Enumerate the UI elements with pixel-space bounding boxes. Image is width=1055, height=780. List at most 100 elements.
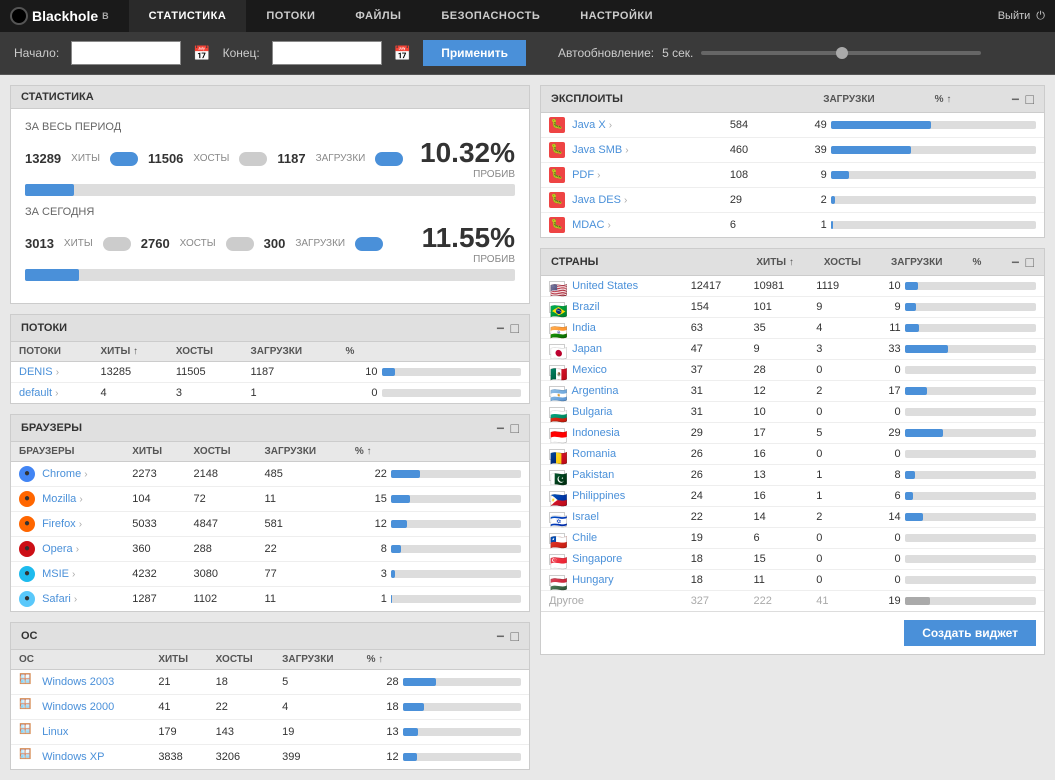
exploit-name[interactable]: 🐛 PDF › bbox=[541, 163, 722, 188]
streams-minimize-icon[interactable]: − bbox=[496, 320, 504, 336]
exploits-minimize-icon[interactable]: − bbox=[1011, 91, 1019, 107]
nav-item-files[interactable]: ФАЙЛЫ bbox=[335, 0, 421, 32]
country-name[interactable]: 🇮🇩 Indonesia bbox=[541, 423, 683, 444]
exploit-name[interactable]: 🐛 Java DES › bbox=[541, 188, 722, 213]
country-row[interactable]: 🇭🇺 Hungary 18 11 0 0 bbox=[541, 570, 1044, 591]
streams-expand-icon[interactable]: □ bbox=[511, 320, 519, 336]
country-row[interactable]: 🇵🇰 Pakistan 26 13 1 8 bbox=[541, 465, 1044, 486]
country-row[interactable]: 🇮🇳 India 63 35 4 11 bbox=[541, 318, 1044, 339]
country-row[interactable]: 🇮🇩 Indonesia 29 17 5 29 bbox=[541, 423, 1044, 444]
nav-item-security[interactable]: БЕЗОПАСНОСТЬ bbox=[421, 0, 560, 32]
os-name[interactable]: 🪟 Windows 2000 bbox=[11, 695, 150, 720]
country-name[interactable]: 🇵🇰 Pakistan bbox=[541, 465, 683, 486]
browsers-minimize-icon[interactable]: − bbox=[496, 420, 504, 436]
os-expand-icon[interactable]: □ bbox=[511, 628, 519, 644]
country-name[interactable]: 🇵🇭 Philippines bbox=[541, 486, 683, 507]
exploit-name[interactable]: 🐛 Java X › bbox=[541, 113, 722, 138]
os-name[interactable]: 🪟 Windows XP bbox=[11, 745, 150, 770]
browser-row[interactable]: ● Chrome › 2273 2148 485 22 bbox=[11, 462, 529, 487]
country-row[interactable]: 🇺🇸 United States 12417 10981 1119 10 bbox=[541, 276, 1044, 297]
period-hits-toggle[interactable] bbox=[110, 152, 138, 166]
os-minimize-icon[interactable]: − bbox=[496, 628, 504, 644]
os-name[interactable]: 🪟 Windows 2003 bbox=[11, 670, 150, 695]
browser-name[interactable]: ● Mozilla › bbox=[11, 487, 124, 512]
country-name[interactable]: 🇺🇸 United States bbox=[541, 276, 683, 297]
os-name[interactable]: 🪟 Linux bbox=[11, 720, 150, 745]
nav-item-settings[interactable]: НАСТРОЙКИ bbox=[560, 0, 673, 32]
slider-thumb[interactable] bbox=[836, 47, 848, 59]
country-name[interactable]: 🇨🇱 Chile bbox=[541, 528, 683, 549]
exploit-row[interactable]: 🐛 Java SMB › 460 39 bbox=[541, 138, 1044, 163]
exploit-name[interactable]: 🐛 MDAC › bbox=[541, 213, 722, 238]
period-hosts-toggle[interactable] bbox=[239, 152, 267, 166]
today-pct: 11.55% bbox=[422, 222, 515, 254]
country-name[interactable]: 🇲🇽 Mexico bbox=[541, 360, 683, 381]
exploit-row[interactable]: 🐛 Java X › 584 49 bbox=[541, 113, 1044, 138]
browser-name[interactable]: ● MSIE › bbox=[11, 562, 124, 587]
nav-item-streams[interactable]: ПОТОКИ bbox=[246, 0, 335, 32]
country-row[interactable]: 🇯🇵 Japan 47 9 3 33 bbox=[541, 339, 1044, 360]
countries-minimize-icon[interactable]: − bbox=[1011, 254, 1019, 270]
country-row[interactable]: 🇲🇽 Mexico 37 28 0 0 bbox=[541, 360, 1044, 381]
stream-name[interactable]: default › bbox=[11, 383, 93, 404]
exploit-row[interactable]: 🐛 MDAC › 6 1 bbox=[541, 213, 1044, 238]
country-name[interactable]: 🇮🇳 India bbox=[541, 318, 683, 339]
os-row[interactable]: 🪟 Windows XP 3838 3206 399 12 bbox=[11, 745, 529, 770]
country-row[interactable]: 🇵🇭 Philippines 24 16 1 6 bbox=[541, 486, 1044, 507]
country-name[interactable]: Другое bbox=[541, 591, 683, 612]
country-row[interactable]: 🇧🇷 Brazil 154 101 9 9 bbox=[541, 297, 1044, 318]
country-row[interactable]: 🇷🇴 Romania 26 16 0 0 bbox=[541, 444, 1044, 465]
country-name[interactable]: 🇧🇬 Bulgaria bbox=[541, 402, 683, 423]
browsers-expand-icon[interactable]: □ bbox=[511, 420, 519, 436]
period-downloads-toggle[interactable] bbox=[375, 152, 403, 166]
create-widget-button[interactable]: Создать виджет bbox=[904, 620, 1036, 646]
exploits-expand-icon[interactable]: □ bbox=[1026, 91, 1034, 107]
end-input[interactable] bbox=[272, 41, 382, 65]
browser-name[interactable]: ● Opera › bbox=[11, 537, 124, 562]
os-icon: 🪟 bbox=[19, 749, 35, 765]
os-header: ОС − □ bbox=[11, 623, 529, 650]
country-row[interactable]: Другое 327 222 41 19 bbox=[541, 591, 1044, 612]
country-name[interactable]: 🇮🇱 Israel bbox=[541, 507, 683, 528]
country-row[interactable]: 🇸🇬 Singapore 18 15 0 0 bbox=[541, 549, 1044, 570]
browser-row[interactable]: ● Safari › 1287 1102 11 1 bbox=[11, 587, 529, 612]
browser-row[interactable]: ● Opera › 360 288 22 8 bbox=[11, 537, 529, 562]
autoupdate-slider[interactable] bbox=[701, 51, 981, 55]
browser-row[interactable]: ● Firefox › 5033 4847 581 12 bbox=[11, 512, 529, 537]
nav-item-stats[interactable]: СТАТИСТИКА bbox=[129, 0, 247, 32]
exploit-row[interactable]: 🐛 Java DES › 29 2 bbox=[541, 188, 1044, 213]
stream-row[interactable]: default › 4 3 1 0 bbox=[11, 383, 529, 404]
country-name[interactable]: 🇯🇵 Japan bbox=[541, 339, 683, 360]
end-calendar-icon[interactable]: 📅 bbox=[394, 45, 411, 62]
browser-row[interactable]: ● MSIE › 4232 3080 77 3 bbox=[11, 562, 529, 587]
browser-row[interactable]: ● Mozilla › 104 72 11 15 bbox=[11, 487, 529, 512]
country-name[interactable]: 🇦🇷 Argentina bbox=[541, 381, 683, 402]
stream-name[interactable]: DENIS › bbox=[11, 362, 93, 383]
start-calendar-icon[interactable]: 📅 bbox=[193, 45, 210, 62]
countries-expand-icon[interactable]: □ bbox=[1026, 254, 1034, 270]
today-hosts-toggle[interactable] bbox=[226, 237, 254, 251]
today-hits-toggle[interactable] bbox=[103, 237, 131, 251]
browser-name[interactable]: ● Safari › bbox=[11, 587, 124, 612]
country-row[interactable]: 🇧🇬 Bulgaria 31 10 0 0 bbox=[541, 402, 1044, 423]
browser-name[interactable]: ● Chrome › bbox=[11, 462, 124, 487]
country-row[interactable]: 🇦🇷 Argentina 31 12 2 17 bbox=[541, 381, 1044, 402]
today-downloads-toggle[interactable] bbox=[355, 237, 383, 251]
start-input[interactable] bbox=[71, 41, 181, 65]
apply-button[interactable]: Применить bbox=[423, 40, 526, 66]
country-row[interactable]: 🇨🇱 Chile 19 6 0 0 bbox=[541, 528, 1044, 549]
os-row[interactable]: 🪟 Windows 2003 21 18 5 28 bbox=[11, 670, 529, 695]
logout-button[interactable]: Выйти ⏻ bbox=[998, 10, 1045, 23]
browser-name[interactable]: ● Firefox › bbox=[11, 512, 124, 537]
country-row[interactable]: 🇮🇱 Israel 22 14 2 14 bbox=[541, 507, 1044, 528]
stream-row[interactable]: DENIS › 13285 11505 1187 10 bbox=[11, 362, 529, 383]
country-name[interactable]: 🇸🇬 Singapore bbox=[541, 549, 683, 570]
country-name[interactable]: 🇷🇴 Romania bbox=[541, 444, 683, 465]
exploit-name[interactable]: 🐛 Java SMB › bbox=[541, 138, 722, 163]
os-row[interactable]: 🪟 Linux 179 143 19 13 bbox=[11, 720, 529, 745]
os-row[interactable]: 🪟 Windows 2000 41 22 4 18 bbox=[11, 695, 529, 720]
country-flag: 🇦🇷 bbox=[549, 386, 565, 397]
exploit-row[interactable]: 🐛 PDF › 108 9 bbox=[541, 163, 1044, 188]
country-name[interactable]: 🇧🇷 Brazil bbox=[541, 297, 683, 318]
country-name[interactable]: 🇭🇺 Hungary bbox=[541, 570, 683, 591]
